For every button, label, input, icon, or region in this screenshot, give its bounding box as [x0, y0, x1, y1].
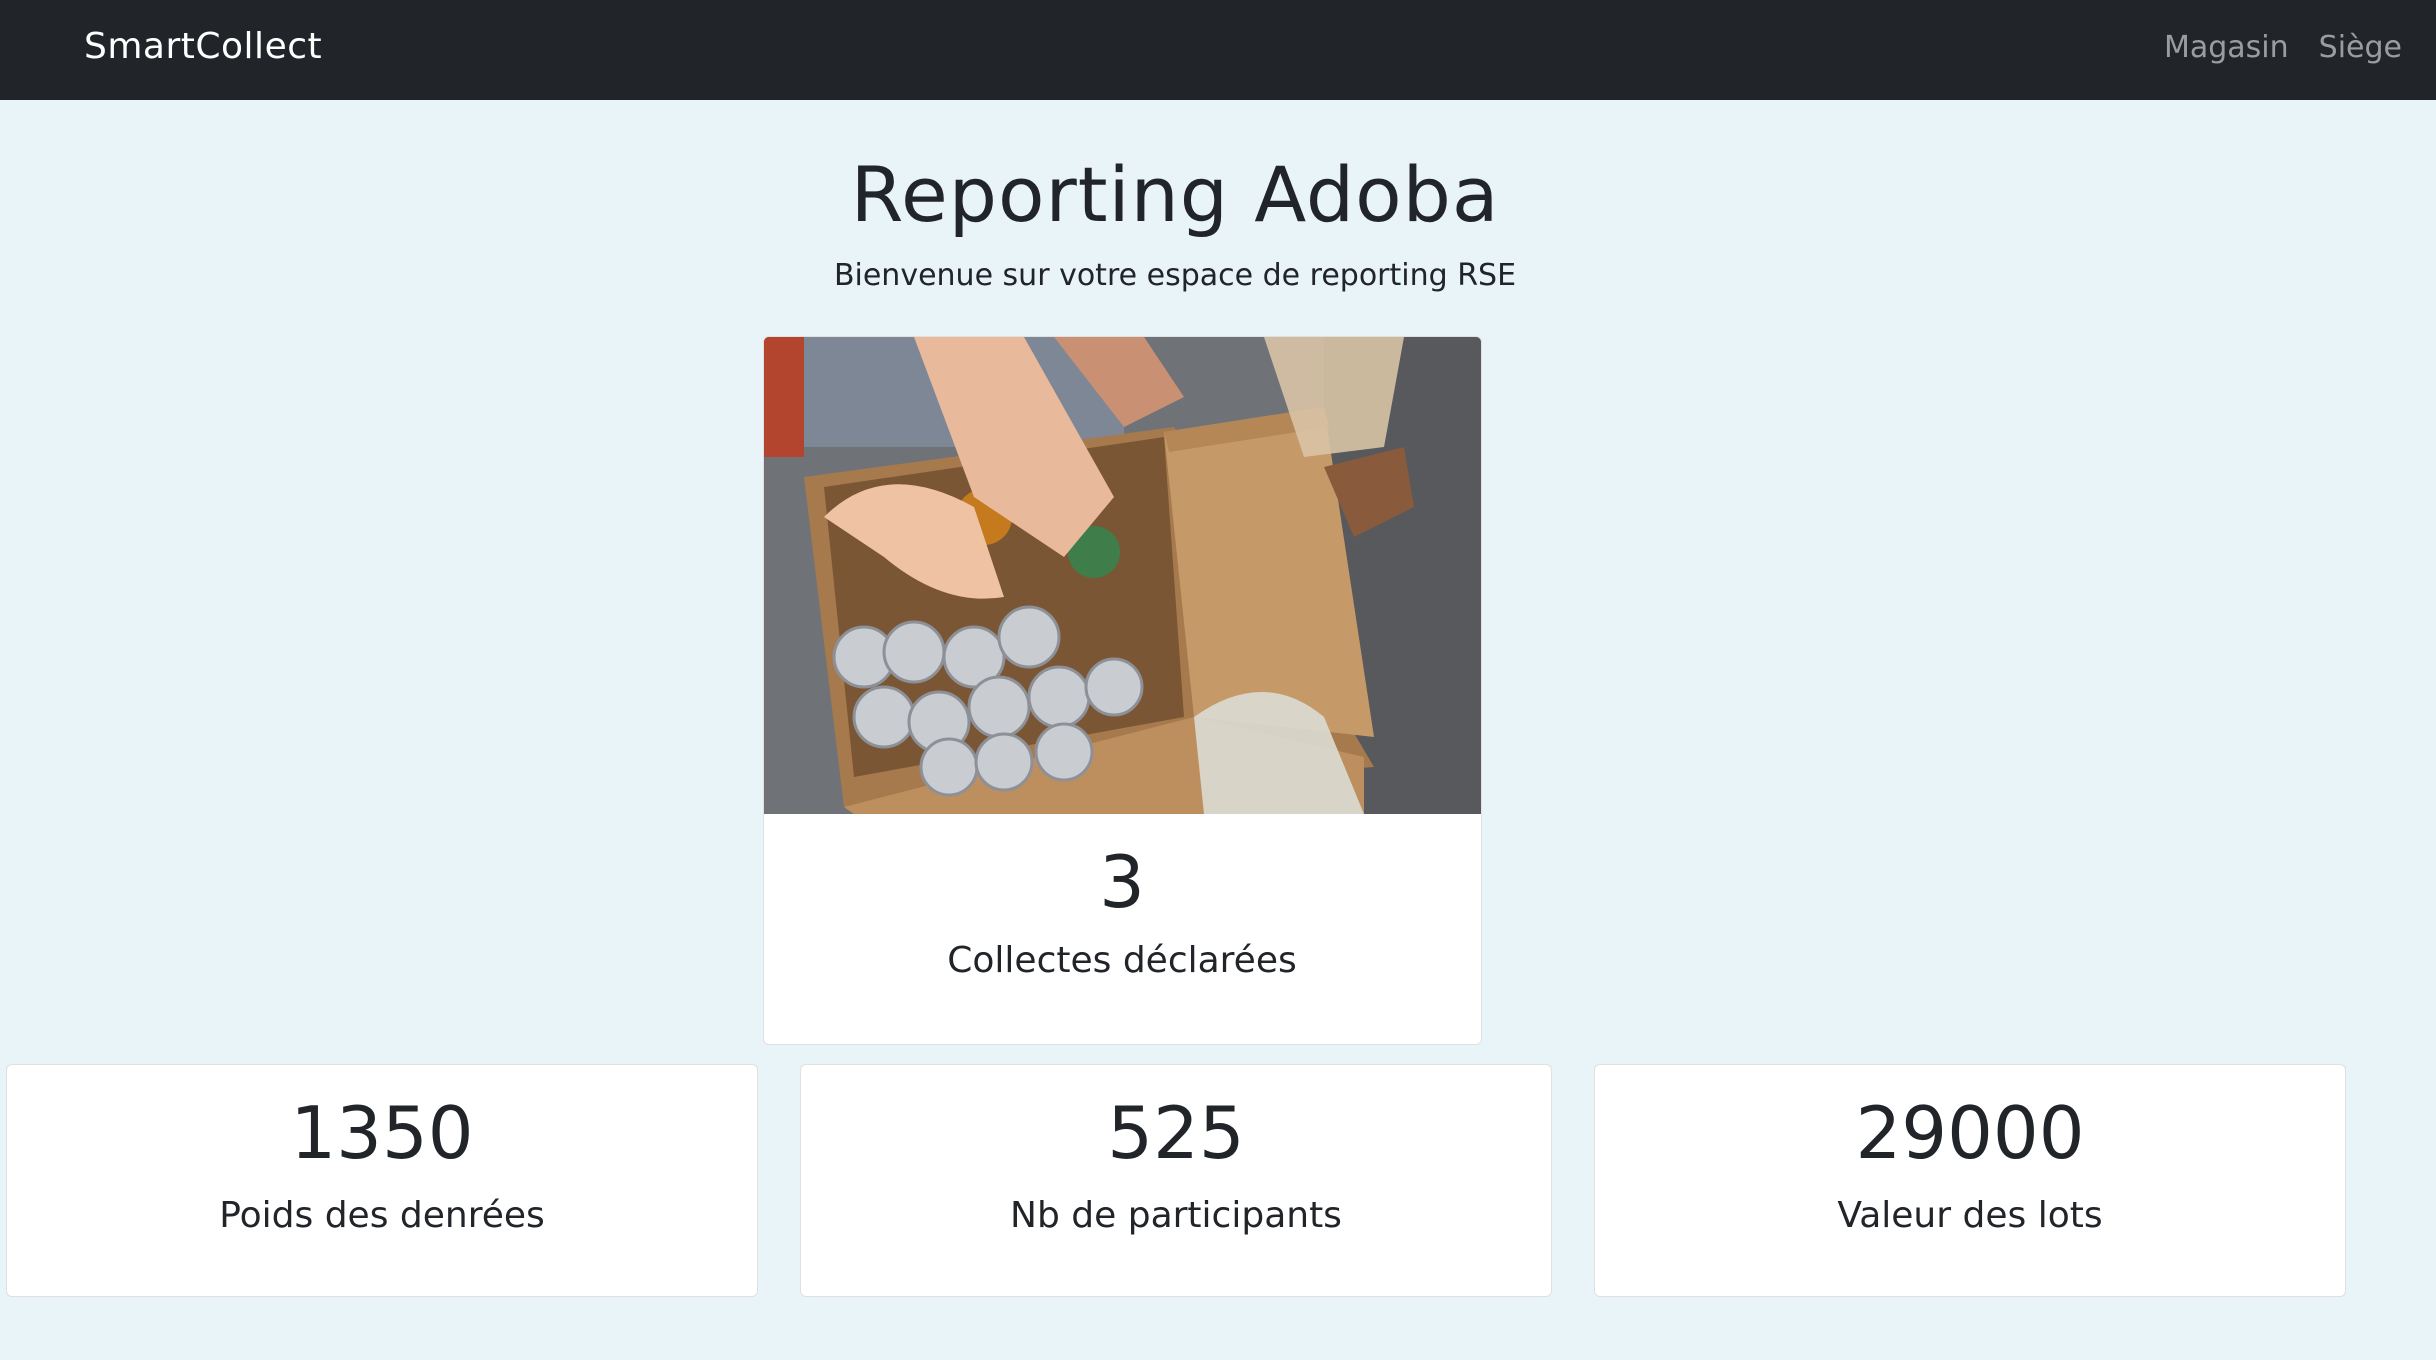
brand-link[interactable]: SmartCollect — [84, 26, 322, 67]
stat-label: Valeur des lots — [1837, 1195, 2103, 1236]
hero-card — [763, 336, 1482, 1045]
stat-card-valeur: 29000 Valeur des lots — [1594, 1064, 2346, 1297]
page-title: Reporting Adoba — [850, 150, 1500, 239]
nav-link-siege[interactable]: Siège — [2319, 30, 2402, 65]
collectes-label: Collectes déclarées — [947, 940, 1297, 981]
stat-label: Nb de participants — [1010, 1195, 1342, 1236]
navbar: SmartCollect Magasin Siège — [0, 0, 2436, 100]
nav-link-magasin[interactable]: Magasin — [2164, 30, 2289, 65]
stat-card-participants: 525 Nb de participants — [800, 1064, 1552, 1297]
donation-box-image — [764, 337, 1481, 814]
stat-card-poids: 1350 Poids des denrées — [6, 1064, 758, 1297]
nav-links: Magasin Siège — [2164, 30, 2402, 65]
stat-label: Poids des denrées — [219, 1195, 545, 1236]
collectes-value: 3 — [1099, 840, 1145, 924]
stat-value: 1350 — [290, 1091, 474, 1175]
stat-value: 525 — [1107, 1091, 1245, 1175]
page-subtitle: Bienvenue sur votre espace de reporting … — [833, 258, 1517, 293]
stat-value: 29000 — [1855, 1091, 2085, 1175]
